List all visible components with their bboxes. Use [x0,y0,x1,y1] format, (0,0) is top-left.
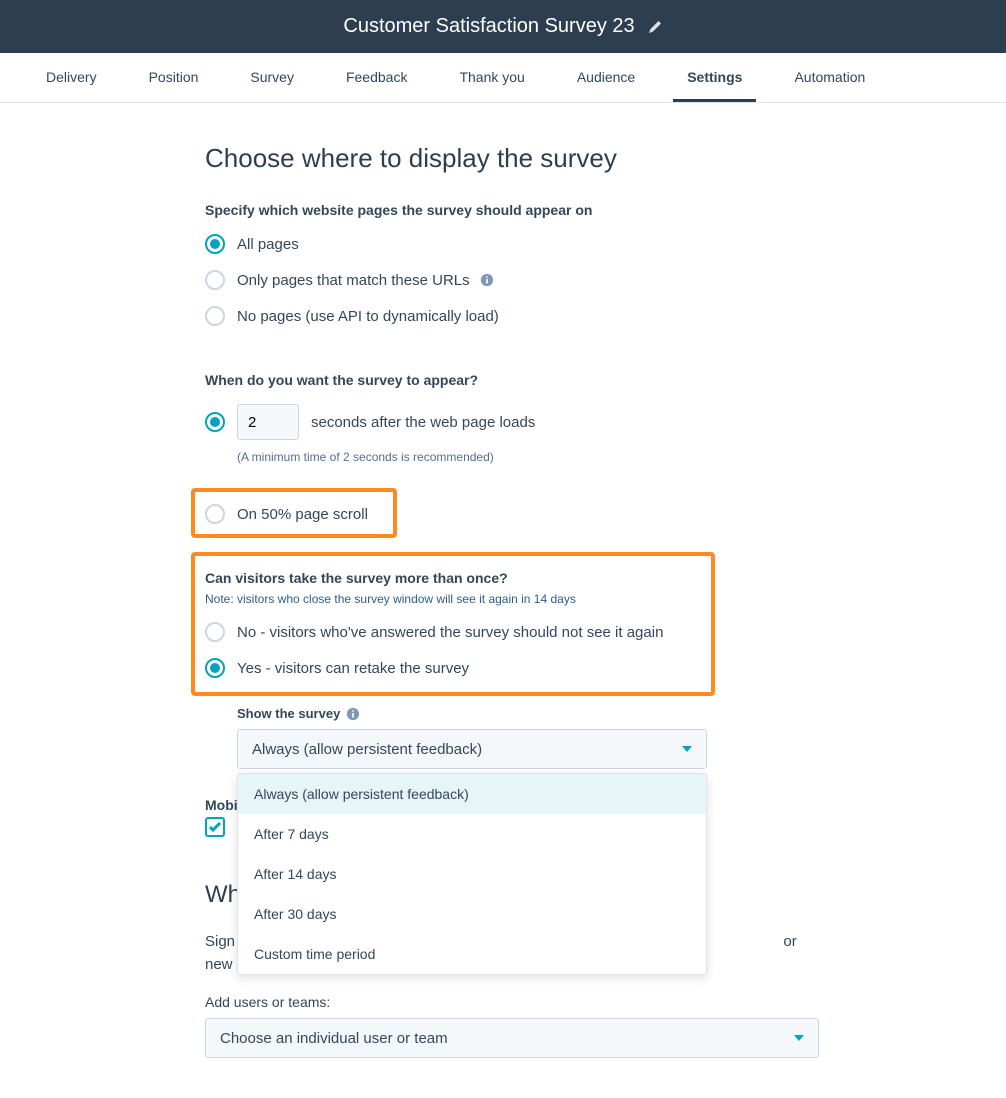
tab-survey[interactable]: Survey [236,53,308,102]
add-users-label: Add users or teams: [205,994,806,1010]
page-title: Choose where to display the survey [205,143,806,174]
add-users-select[interactable]: Choose an individual user or team [205,1018,819,1058]
tab-automation[interactable]: Automation [780,53,879,102]
radio-match-urls-label: Only pages that match these URLs [237,272,470,289]
info-icon[interactable] [480,273,494,287]
dropdown-option-7days[interactable]: After 7 days [238,814,706,854]
caret-down-icon [682,746,692,752]
add-users-wrap: Choose an individual user or team [205,1018,819,1058]
timing-label: When do you want the survey to appear? [205,372,806,388]
radio-no-pages[interactable] [205,306,225,326]
dropdown-option-custom[interactable]: Custom time period [238,934,706,974]
radio-no-pages-label: No pages (use API to dynamically load) [237,308,499,325]
seconds-input[interactable] [237,404,299,440]
radio-seconds[interactable] [205,412,225,432]
dropdown-option-30days[interactable]: After 30 days [238,894,706,934]
mobile-checkbox[interactable] [205,817,225,837]
radio-match-urls[interactable] [205,270,225,290]
main-content: Choose where to display the survey Speci… [0,103,1006,1098]
edit-icon[interactable] [647,19,663,35]
radio-scroll[interactable] [205,504,225,524]
check-icon [209,822,221,832]
show-survey-label: Show the survey [237,706,806,721]
show-survey-dropdown: Always (allow persistent feedback) After… [237,773,707,975]
tab-bar: Delivery Position Survey Feedback Thank … [0,53,1006,103]
tab-feedback[interactable]: Feedback [332,53,421,102]
radio-scroll-label: On 50% page scroll [237,506,368,523]
retake-label: Can visitors take the survey more than o… [205,570,701,586]
info-icon[interactable] [346,707,360,721]
show-survey-value: Always (allow persistent feedback) [252,741,482,758]
show-survey-select[interactable]: Always (allow persistent feedback) [237,729,707,769]
add-users-placeholder: Choose an individual user or team [220,1030,448,1047]
radio-retake-no-label: No - visitors who've answered the survey… [237,624,663,641]
dropdown-option-always[interactable]: Always (allow persistent feedback) [238,774,706,814]
tab-position[interactable]: Position [135,53,213,102]
tab-audience[interactable]: Audience [563,53,649,102]
retake-note: Note: visitors who close the survey wind… [205,592,701,606]
page-header: Customer Satisfaction Survey 23 [0,0,1006,53]
radio-retake-yes-label: Yes - visitors can retake the survey [237,660,469,677]
dropdown-option-14days[interactable]: After 14 days [238,854,706,894]
radio-all-pages[interactable] [205,234,225,254]
highlight-scroll: On 50% page scroll [191,488,397,538]
seconds-suffix: seconds after the web page loads [311,414,535,431]
tab-settings[interactable]: Settings [673,53,756,102]
pages-label: Specify which website pages the survey s… [205,202,806,218]
radio-retake-yes[interactable] [205,658,225,678]
tab-delivery[interactable]: Delivery [32,53,111,102]
show-survey-select-wrap: Always (allow persistent feedback) Alway… [237,729,707,769]
tab-thankyou[interactable]: Thank you [445,53,538,102]
highlight-retake: Can visitors take the survey more than o… [191,552,715,696]
survey-title: Customer Satisfaction Survey 23 [343,15,634,38]
mobile-label: Mobi [205,797,238,813]
radio-all-pages-label: All pages [237,236,299,253]
radio-retake-no[interactable] [205,622,225,642]
seconds-hint: (A minimum time of 2 seconds is recommen… [237,450,806,464]
caret-down-icon [794,1035,804,1041]
